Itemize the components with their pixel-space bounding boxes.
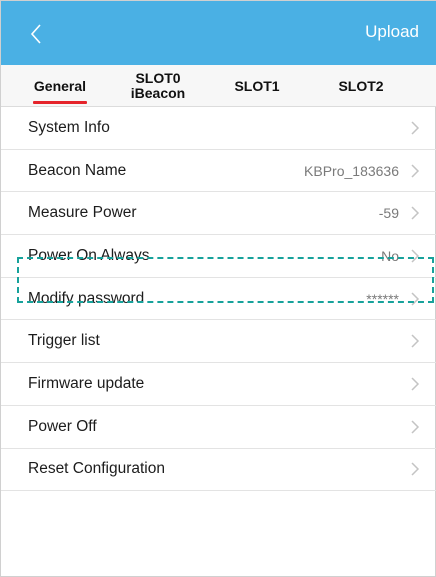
navigation-bar: Upload <box>1 1 436 65</box>
power-on-always-row[interactable]: Power On Always No <box>1 235 436 278</box>
tab-slot1[interactable]: SLOT1 <box>227 65 287 107</box>
row-label: Modify password <box>28 289 145 307</box>
chevron-right-icon <box>411 121 420 135</box>
row-label: Power Off <box>28 417 97 435</box>
app-frame: Upload General SLOT0 iBeacon SLOT1 SLOT2… <box>0 0 436 577</box>
trigger-list-row[interactable]: Trigger list <box>1 320 436 364</box>
chevron-right-icon <box>411 462 420 476</box>
row-label: System Info <box>28 118 110 136</box>
chevron-left-icon <box>30 24 41 44</box>
power-off-row[interactable]: Power Off <box>1 406 436 449</box>
back-button[interactable] <box>25 19 55 49</box>
beacon-name-row[interactable]: Beacon Name KBPro_183636 <box>1 150 436 193</box>
chevron-right-icon <box>411 206 420 220</box>
tab-slot0-sublabel: iBeacon <box>130 85 186 101</box>
settings-list: System Info Beacon Name KBPro_183636 Mea… <box>1 107 436 492</box>
tab-general-label: General <box>33 77 87 94</box>
row-label: Trigger list <box>28 332 100 350</box>
row-label: Power On Always <box>28 246 150 264</box>
measure-power-row[interactable]: Measure Power -59 <box>1 192 436 236</box>
tab-slot2[interactable]: SLOT2 <box>331 65 391 107</box>
row-label: Firmware update <box>28 374 145 392</box>
chevron-right-icon <box>411 377 420 391</box>
row-label: Beacon Name <box>28 161 127 179</box>
row-value: ****** <box>366 290 399 307</box>
row-label: Measure Power <box>28 204 137 222</box>
tab-slot1-label: SLOT1 <box>234 77 280 94</box>
chevron-right-icon <box>411 420 420 434</box>
row-value: No <box>381 247 399 264</box>
selected-tab-indicator <box>33 101 87 104</box>
reset-configuration-row[interactable]: Reset Configuration <box>1 449 436 492</box>
system-info-row[interactable]: System Info <box>1 107 436 150</box>
tab-slot2-label: SLOT2 <box>338 77 384 94</box>
chevron-right-icon <box>411 292 420 306</box>
firmware-update-row[interactable]: Firmware update <box>1 363 436 406</box>
tab-bar: General SLOT0 iBeacon SLOT1 SLOT2 <box>1 65 436 107</box>
modify-password-row[interactable]: Modify password ****** <box>1 278 436 321</box>
row-label: Reset Configuration <box>28 460 165 478</box>
chevron-right-icon <box>411 249 420 263</box>
row-value: -59 <box>378 205 399 222</box>
tab-slot0-label: SLOT0 <box>135 70 181 86</box>
chevron-right-icon <box>411 164 420 178</box>
row-value: KBPro_183636 <box>304 162 399 179</box>
upload-button[interactable]: Upload <box>365 22 419 42</box>
tab-slot0[interactable]: SLOT0 iBeacon <box>124 65 192 107</box>
chevron-right-icon <box>411 334 420 348</box>
